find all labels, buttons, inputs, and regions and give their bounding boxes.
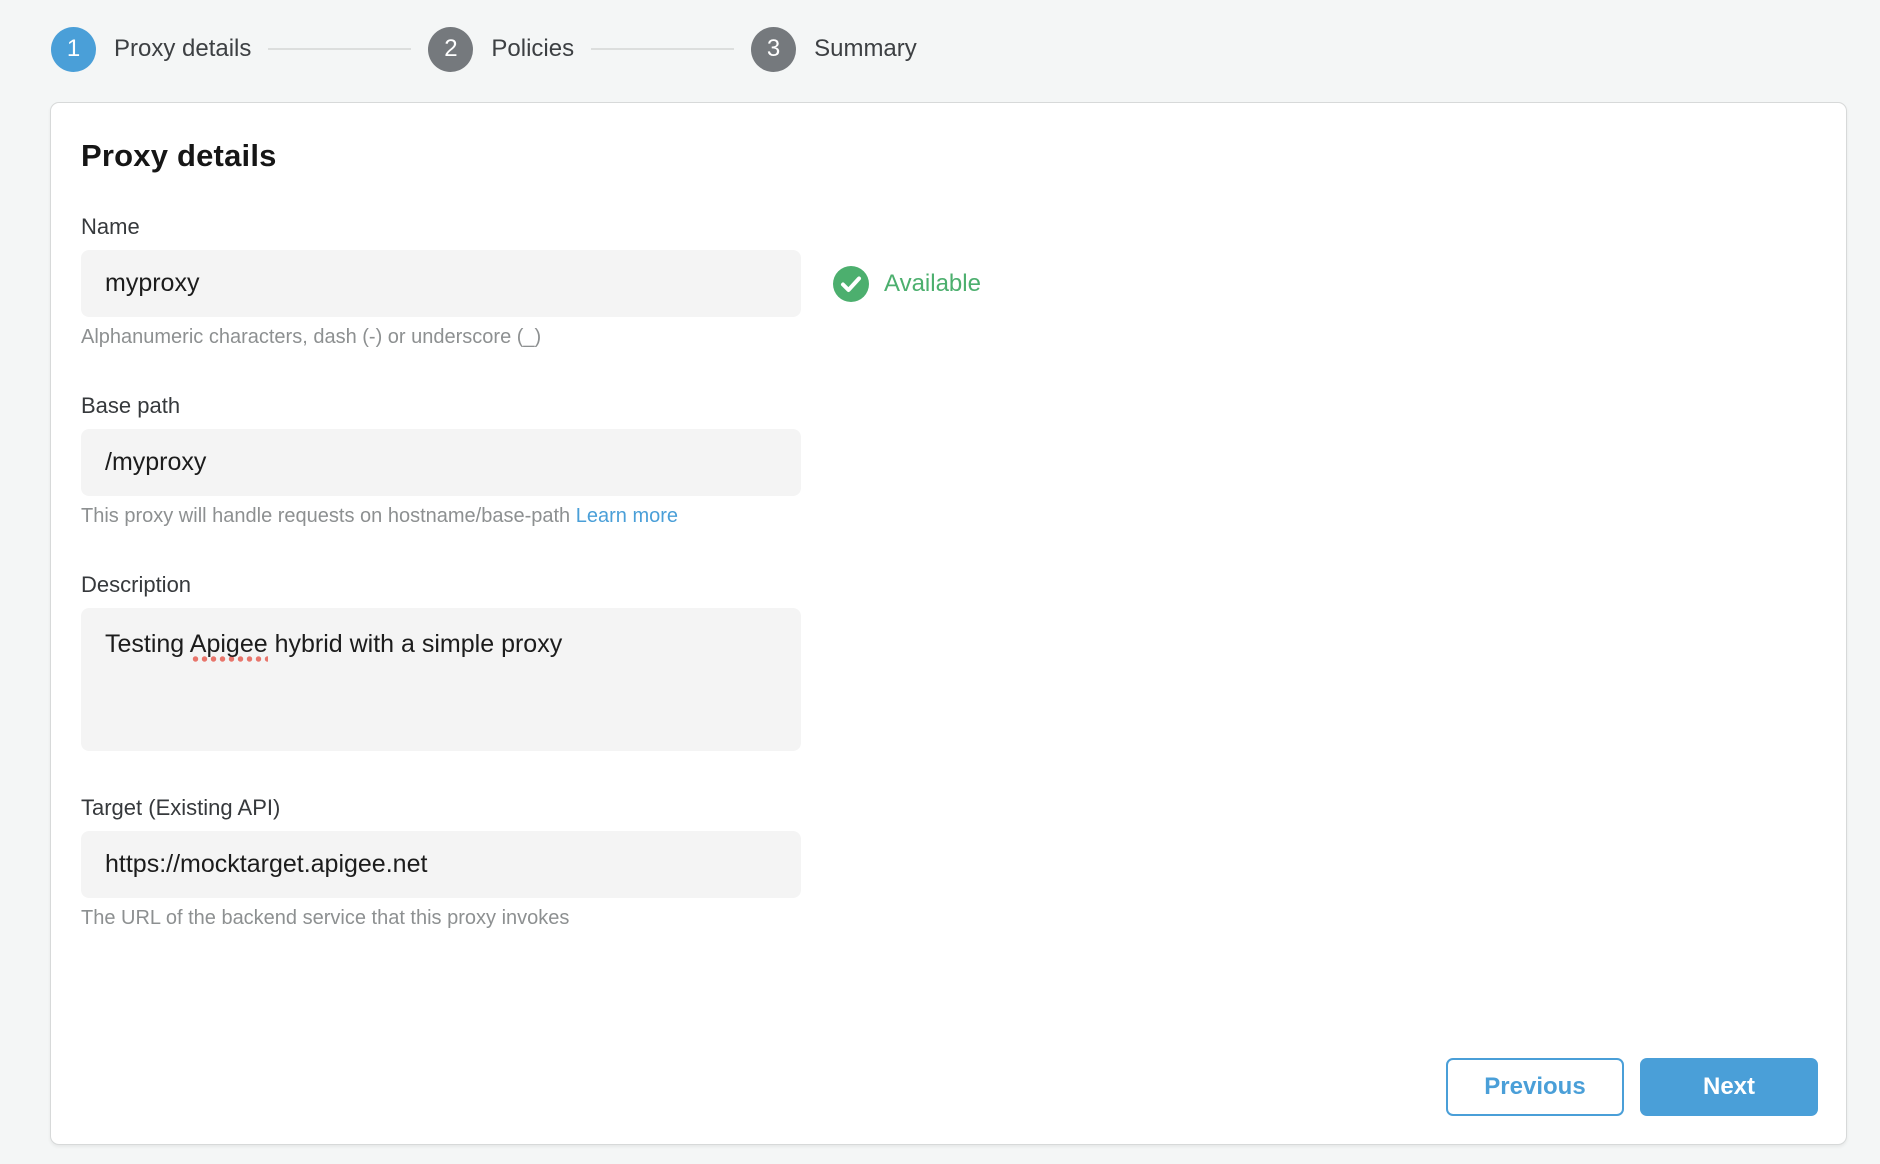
base-path-helper-text: This proxy will handle requests on hostn… (81, 505, 1817, 528)
step-label: Policies (491, 35, 574, 63)
name-field-group: Name Available Alphanumeric characters, … (81, 214, 1817, 349)
step-summary[interactable]: 3 Summary (751, 27, 917, 72)
step-connector-line (268, 48, 411, 50)
step-number-badge: 3 (751, 27, 796, 72)
description-label: Description (81, 572, 1817, 598)
availability-text: Available (884, 270, 981, 298)
base-path-label: Base path (81, 393, 1817, 419)
learn-more-link[interactable]: Learn more (576, 505, 678, 527)
target-label: Target (Existing API) (81, 795, 1817, 821)
next-button[interactable]: Next (1640, 1058, 1818, 1116)
description-text-after: hybrid with a simple proxy (268, 630, 563, 658)
target-helper-text: The URL of the backend service that this… (81, 907, 1817, 930)
name-input[interactable] (81, 250, 801, 317)
target-field-group: Target (Existing API) The URL of the bac… (81, 795, 1817, 930)
base-path-field-group: Base path This proxy will handle request… (81, 393, 1817, 528)
description-textarea[interactable]: Testing Apigee hybrid with a simple prox… (81, 608, 801, 751)
wizard-footer-buttons: Previous Next (1446, 1058, 1818, 1116)
step-number-badge: 1 (51, 27, 96, 72)
name-helper-text: Alphanumeric characters, dash (-) or und… (81, 326, 1817, 349)
previous-button[interactable]: Previous (1446, 1058, 1624, 1116)
step-label: Proxy details (114, 35, 251, 63)
name-label: Name (81, 214, 1817, 240)
base-path-input[interactable] (81, 429, 801, 496)
base-path-helper-label: This proxy will handle requests on hostn… (81, 505, 570, 527)
step-proxy-details[interactable]: 1 Proxy details (51, 27, 251, 72)
description-misspelled-word: Apigee (190, 630, 268, 663)
page-title: Proxy details (81, 138, 1817, 174)
target-input[interactable] (81, 831, 801, 898)
proxy-details-card: Proxy details Name Available Alphanumeri… (50, 102, 1847, 1145)
description-field-group: Description Testing Apigee hybrid with a… (81, 572, 1817, 751)
wizard-stepper: 1 Proxy details 2 Policies 3 Summary (0, 0, 1880, 72)
step-connector-line (591, 48, 734, 50)
check-circle-icon (833, 266, 869, 302)
step-label: Summary (814, 35, 917, 63)
step-policies[interactable]: 2 Policies (428, 27, 574, 72)
step-number-badge: 2 (428, 27, 473, 72)
description-text-before: Testing (105, 630, 190, 658)
name-availability-status: Available (833, 266, 981, 302)
